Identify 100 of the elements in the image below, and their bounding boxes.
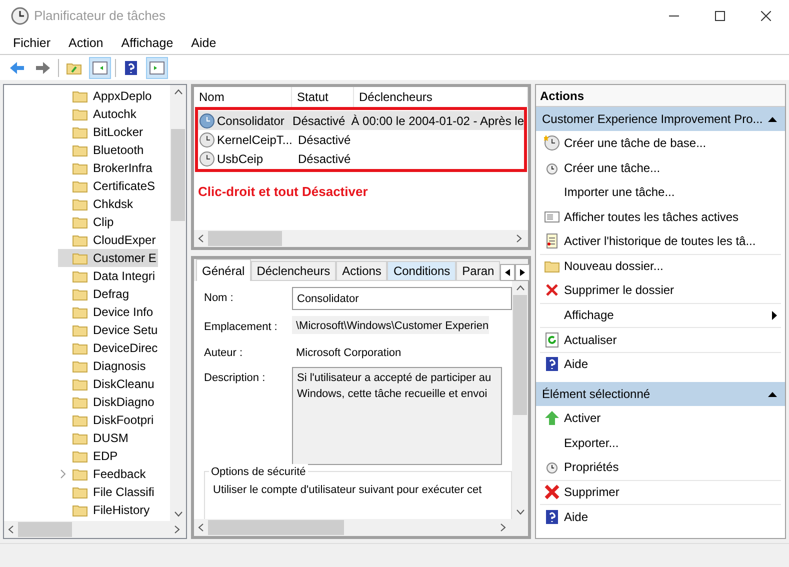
table-cell-text: Désactivé — [297, 150, 352, 168]
group-title: Options de sécurité — [209, 464, 308, 480]
location-field[interactable]: \Microsoft\Windows\Customer Experien — [292, 316, 489, 334]
tab-scroll-right-button[interactable] — [515, 264, 530, 281]
vertical-scrollbar[interactable] — [170, 85, 186, 521]
horizontal-scrollbar[interactable] — [4, 521, 186, 538]
tree-item[interactable]: Bluetooth — [58, 141, 146, 159]
vertical-scrollbar[interactable] — [512, 281, 528, 519]
tab[interactable]: Paran — [456, 261, 500, 281]
right-arrow-icon — [35, 60, 51, 76]
tree-item[interactable]: Clip — [58, 213, 116, 231]
tab[interactable]: Actions — [336, 261, 388, 281]
command-item[interactable]: Activer — [540, 406, 781, 430]
tree-item[interactable]: CloudExper — [58, 231, 158, 249]
scrollbar-thumb[interactable] — [171, 129, 185, 221]
panel-icon — [149, 60, 165, 76]
command-item[interactable]: Nouveau dossier... — [540, 254, 781, 278]
command-item[interactable]: Supprimer le dossier — [540, 278, 781, 302]
tree-item[interactable]: DiskCleanu — [58, 375, 156, 393]
table-cell-text: UsbCeip — [217, 150, 264, 168]
tree-item[interactable]: BitLocker — [58, 123, 146, 141]
tab[interactable]: Déclencheurs — [250, 261, 336, 281]
author-text: Microsoft Corporation — [295, 346, 402, 360]
horizontal-scrollbar[interactable] — [194, 230, 528, 247]
section-header[interactable]: Customer Experience Improvement Pro... — [536, 107, 785, 131]
table-cell-text: À 00:00 le 2004-01-02 - Après le — [350, 112, 524, 130]
left-arrow-icon — [9, 60, 25, 76]
table-cell-text: Désactivé — [292, 112, 346, 130]
left-triangle-icon — [505, 269, 510, 276]
tab-scroll-left-button[interactable] — [500, 264, 516, 281]
tree-item[interactable]: DeviceDirec — [58, 339, 160, 357]
command-item[interactable]: Exporter... — [540, 430, 781, 455]
maximize-icon — [715, 11, 725, 21]
tree-item[interactable]: Device Info — [58, 303, 156, 321]
scrollbar-thumb[interactable] — [208, 520, 344, 535]
command-item[interactable]: Créer une tâche de base... — [540, 131, 781, 156]
show-actions-button[interactable] — [146, 56, 168, 78]
tree-item[interactable]: File Classifi — [58, 483, 156, 501]
command-item[interactable]: Aide — [540, 504, 781, 528]
scrollbar-thumb[interactable] — [208, 231, 282, 246]
tree-item[interactable]: Feedback — [58, 465, 148, 483]
security-text: Utiliser le compte d'utilisateur suivant pour exécuter cet — [213, 483, 483, 498]
tree-item[interactable]: AppxDeplo — [58, 87, 154, 105]
x-icon — [544, 282, 560, 298]
notepad-icon — [544, 233, 560, 250]
field-label: Nom : — [204, 291, 234, 306]
tab[interactable]: Général — [196, 259, 251, 281]
show-tree-button[interactable] — [89, 56, 111, 78]
clock-icon — [199, 132, 215, 148]
menu-item[interactable]: Fichier — [4, 34, 60, 52]
clock-icon — [199, 112, 215, 128]
command-item[interactable]: Afficher toutes les tâches actives — [540, 204, 781, 229]
command-item[interactable]: Créer une tâche... — [540, 156, 781, 180]
tree-item[interactable]: DiskFootpri — [58, 411, 156, 429]
tree-item[interactable]: FileHistory — [58, 501, 152, 519]
column-header[interactable]: Déclencheurs — [354, 87, 528, 107]
menu-item[interactable]: Aide — [182, 34, 226, 52]
tree-item[interactable]: DUSM — [58, 429, 130, 447]
collapse-triangle-icon — [768, 392, 777, 396]
command-item[interactable]: Actualiser — [540, 327, 781, 352]
task-row[interactable]: Consolidator Désactivé À 00:00 le 2004-01-02 - Après le — [198, 111, 524, 130]
command-item[interactable]: Importer une tâche... — [540, 180, 781, 204]
tree-item[interactable]: DiskDiagno — [58, 393, 156, 411]
panel-icon — [92, 60, 108, 76]
command-item[interactable]: Supprimer — [540, 480, 781, 504]
command-item[interactable]: Affichage — [540, 302, 781, 327]
name-field[interactable]: Consolidator — [292, 287, 512, 310]
command-item[interactable]: Aide — [540, 352, 781, 376]
tree-item[interactable]: Defrag — [58, 285, 132, 303]
annotation-text: Clic-droit et tout Désactiver — [197, 183, 369, 201]
section-header[interactable]: Élément sélectionné — [536, 382, 785, 406]
tree-item[interactable]: BrokerInfra — [58, 159, 154, 177]
tree-item[interactable]: Diagnosis — [58, 357, 148, 375]
menu-item[interactable]: Action — [60, 34, 112, 52]
tree-item[interactable]: Device Setu — [58, 321, 160, 339]
tree-item[interactable]: Data Integri — [58, 267, 158, 285]
tab[interactable]: Conditions — [387, 261, 456, 281]
tree-item[interactable]: Autochk — [58, 105, 138, 123]
task-row[interactable]: UsbCeip Désactivé — [198, 149, 524, 168]
help-icon — [123, 60, 139, 76]
tree-item[interactable]: Customer E — [58, 249, 158, 267]
scrollbar-thumb[interactable] — [513, 295, 527, 415]
help-icon — [544, 508, 560, 525]
x-icon — [544, 484, 560, 500]
chevron-right-icon — [58, 469, 66, 479]
clock-icon — [11, 7, 29, 25]
task-row[interactable]: KernelCeipT... Désactivé — [198, 130, 524, 149]
column-header[interactable]: Nom — [194, 87, 292, 107]
field-label: Emplacement : — [204, 320, 278, 335]
right-triangle-icon — [520, 269, 526, 276]
scrollbar-thumb[interactable] — [18, 522, 72, 537]
list-icon — [544, 208, 560, 225]
tree-item[interactable]: Chkdsk — [58, 195, 136, 213]
description-field[interactable]: Si l'utilisateur a accepté de participer au Windows, cette tâche recueille et envoi — [292, 367, 502, 465]
tree-item[interactable]: CertificateS — [58, 177, 158, 195]
column-header[interactable]: Statut — [292, 87, 354, 107]
tree-item[interactable]: EDP — [58, 447, 120, 465]
command-item[interactable]: Propriétés — [540, 455, 781, 480]
command-item[interactable]: Activer l'historique de toutes les tâ... — [540, 229, 781, 254]
menu-item[interactable]: Affichage — [112, 34, 182, 52]
